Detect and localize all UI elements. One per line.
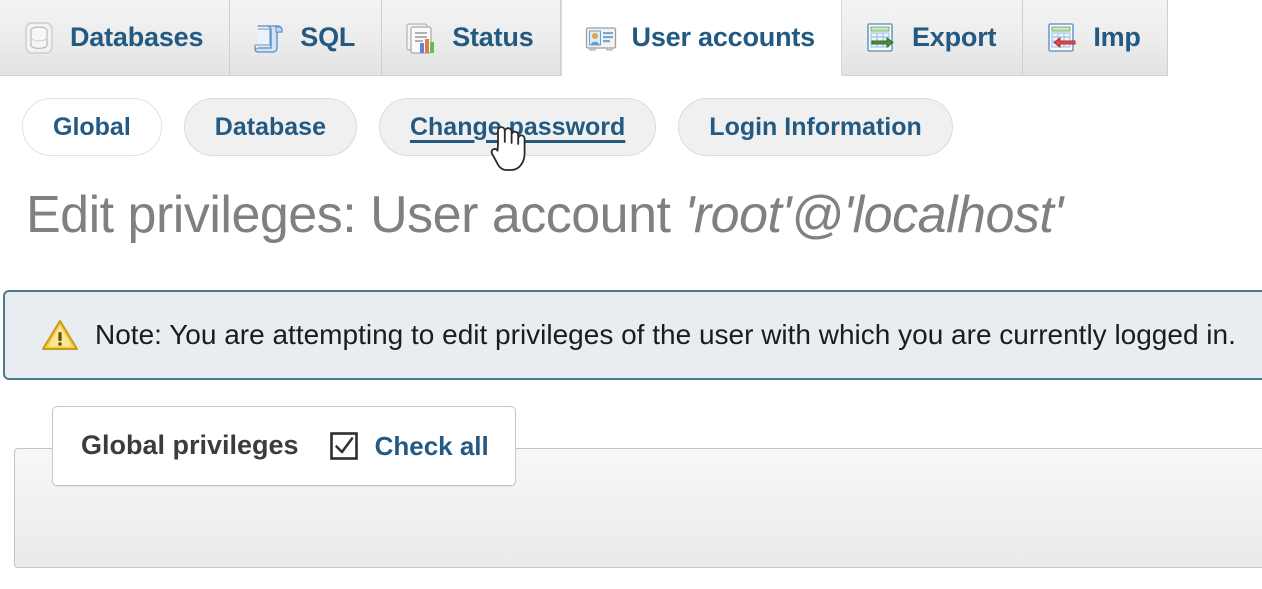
export-icon <box>864 21 898 55</box>
checked-checkbox-icon[interactable] <box>329 431 359 461</box>
subtab-change-password[interactable]: Change password <box>378 98 657 156</box>
import-icon <box>1045 21 1079 55</box>
nav-tab-databases[interactable]: Databases <box>0 0 231 76</box>
global-privileges-section: Global privileges Check all <box>0 405 1262 568</box>
subtab-global[interactable]: Global <box>22 98 162 156</box>
subtab-label: Change password <box>409 112 626 141</box>
subtab-login-information[interactable]: Login Information <box>678 98 953 156</box>
nav-tab-sql[interactable]: SQL <box>230 0 383 76</box>
subtab-database[interactable]: Database <box>183 98 357 156</box>
nav-tab-status[interactable]: Status <box>382 0 561 76</box>
subtab-label: Login Information <box>709 112 922 141</box>
check-all-control[interactable]: Check all <box>329 431 489 461</box>
notice-banner: Note: You are attempting to edit privile… <box>3 289 1262 380</box>
nav-tab-export[interactable]: Export <box>842 0 1024 76</box>
nav-tab-user-accounts[interactable]: User accounts <box>560 0 842 76</box>
main-navigation-bar: Databases SQL Status User accounts Expor… <box>0 0 1262 78</box>
nav-tab-label: Export <box>912 22 997 52</box>
nav-tab-label: Status <box>452 22 534 52</box>
nav-tab-label: Imp <box>1093 22 1141 52</box>
sql-scroll-icon <box>252 21 286 55</box>
sub-navigation-pills: Global Database Change password Login In… <box>0 78 1262 160</box>
subtab-label: Database <box>214 112 326 141</box>
user-card-icon <box>584 21 618 55</box>
nav-tab-label: User accounts <box>631 22 816 52</box>
status-chart-icon <box>404 21 438 55</box>
nav-tab-list: Databases SQL Status User accounts Expor… <box>0 0 1262 78</box>
page-title: Edit privileges: User account 'root'@'lo… <box>26 186 1262 246</box>
legend-title: Global privileges <box>81 430 299 461</box>
page-title-prefix: Edit privileges: User account <box>26 186 685 244</box>
nav-tab-import[interactable]: Imp <box>1023 0 1168 76</box>
nav-tab-label: SQL <box>300 22 356 52</box>
warning-triangle-icon <box>41 318 79 352</box>
database-icon <box>22 21 56 55</box>
nav-tab-label: Databases <box>70 22 204 52</box>
check-all-label[interactable]: Check all <box>375 433 489 459</box>
global-privileges-legend: Global privileges Check all <box>52 405 516 486</box>
notice-text: Note: You are attempting to edit privile… <box>95 318 1236 350</box>
subtab-label: Global <box>53 112 131 141</box>
page-title-account: 'root'@'localhost' <box>684 186 1063 244</box>
